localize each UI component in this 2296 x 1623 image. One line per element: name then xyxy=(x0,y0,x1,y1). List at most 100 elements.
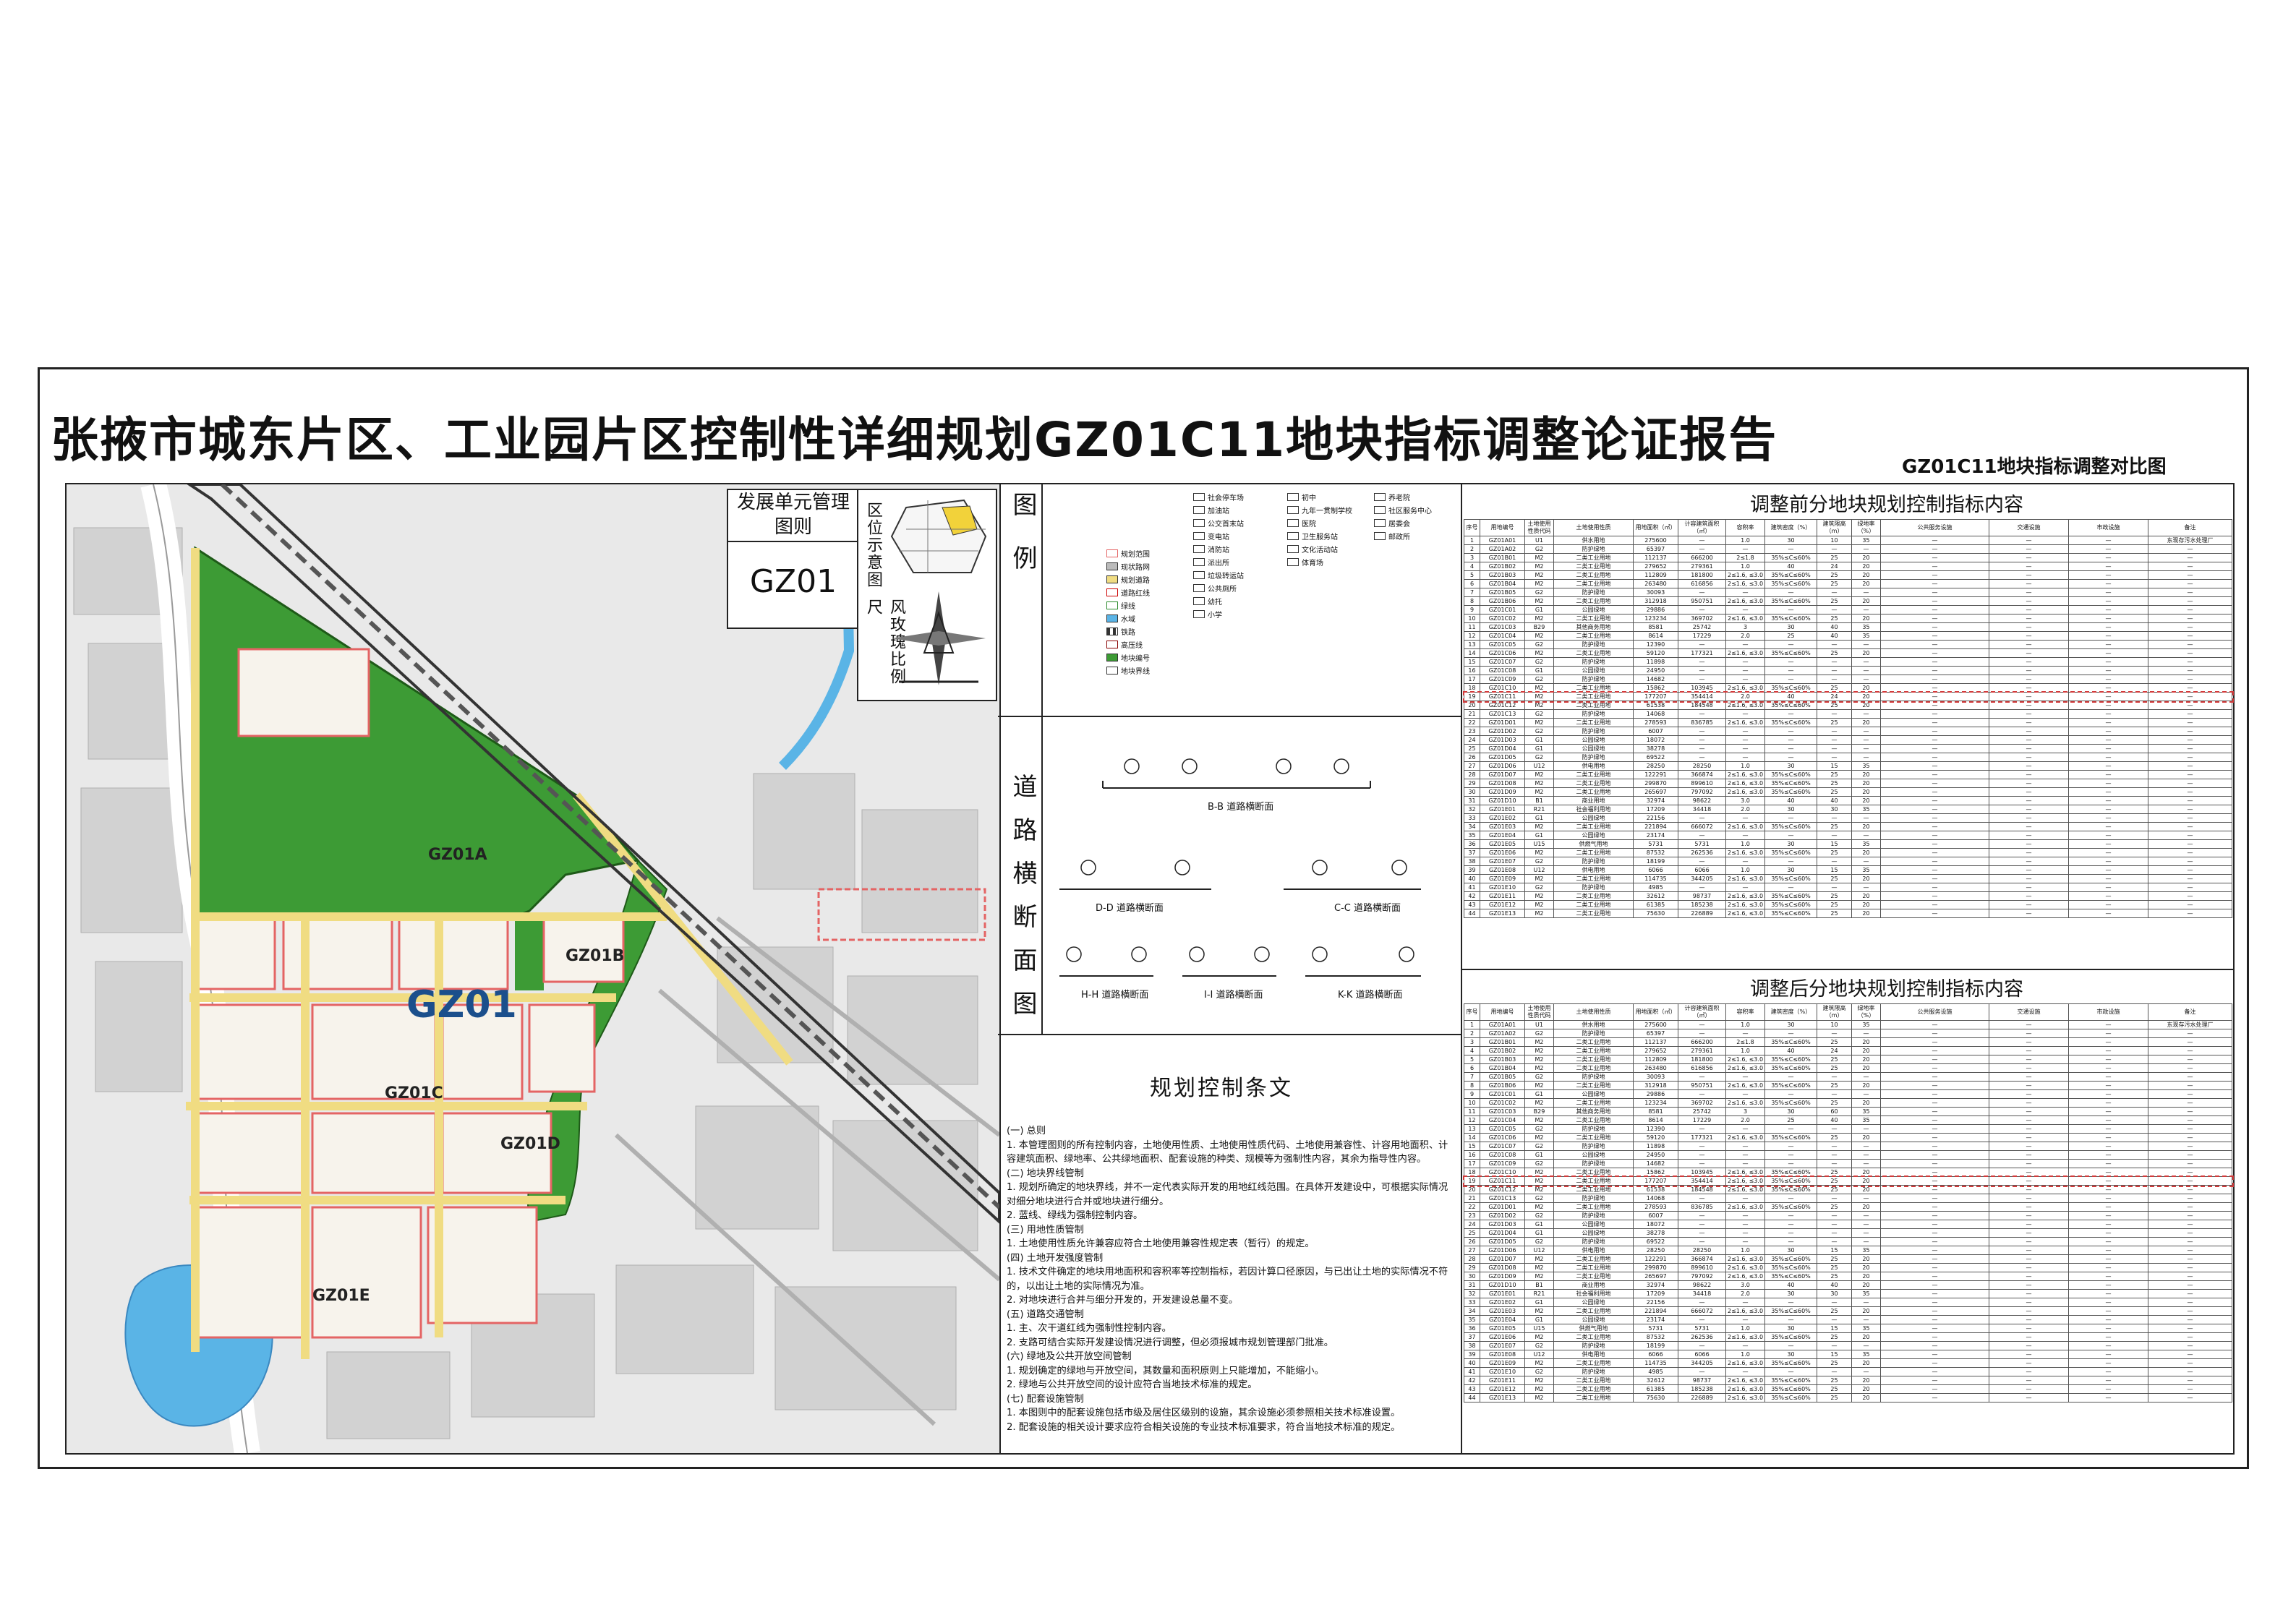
table-cell: — xyxy=(2068,544,2148,554)
table-row: 39 GZ01E08 U12 供电用地 6066 6066 1.0 30 15 35— — — — xyxy=(1464,865,2232,875)
table-cell: 28 xyxy=(1464,770,1480,779)
table-cell: — xyxy=(1880,536,1989,545)
table-cell: — xyxy=(1764,1228,1817,1238)
legend-item: 现状路网 xyxy=(1106,561,1150,572)
table-cell: 5731 xyxy=(1633,1324,1678,1333)
table-cell: 35%≤C≤60% xyxy=(1764,1384,1817,1394)
table-cell: 2≤1.6, ≤3.0 xyxy=(1725,822,1765,831)
table-cell: — xyxy=(2068,805,2148,814)
rule-line: (六) 绿地及公共开放空间管制 xyxy=(1007,1351,1132,1362)
table-cell: M2 xyxy=(1524,1332,1554,1342)
table-cell: 公园绿地 xyxy=(1553,744,1634,753)
table-cell: — xyxy=(1764,813,1817,823)
table-cell: 二类工业用地 xyxy=(1553,1254,1634,1264)
table-cell: 二类工业用地 xyxy=(1553,1046,1634,1055)
table-cell: 38278 xyxy=(1633,744,1678,753)
table-cell: — xyxy=(1725,753,1765,762)
table-header-cell: 土地使用性质代码 xyxy=(1524,519,1554,536)
table-cell: 21 xyxy=(1464,1194,1480,1203)
table-row: 25 GZ01D04 G1 公园绿地 38278— — — — — — — — — xyxy=(1464,1228,2232,1238)
table-cell: 35%≤C≤60% xyxy=(1764,848,1817,857)
table-cell: 2≤1.6, ≤3.0 xyxy=(1725,1176,1765,1186)
table-cell: — xyxy=(1764,753,1817,762)
table-cell: 344205 xyxy=(1678,1358,1726,1368)
table-cell: GZ01A02 xyxy=(1480,544,1525,554)
table-cell: — xyxy=(1764,1142,1817,1151)
table-cell: 25 xyxy=(1817,648,1852,658)
table-cell: — xyxy=(2068,1168,2148,1177)
table-cell: — xyxy=(1880,1055,1989,1064)
table-cell: 36 xyxy=(1464,1324,1480,1333)
table-cell: 18072 xyxy=(1633,735,1678,745)
table-header-cell: 计容建筑面积（㎡） xyxy=(1678,519,1726,536)
table-cell: 18072 xyxy=(1633,1220,1678,1229)
table-cell: — xyxy=(1989,805,2069,814)
table-header-cell: 用地编号 xyxy=(1480,519,1525,536)
table-cell: R21 xyxy=(1524,1289,1554,1298)
table-cell: — xyxy=(2148,1220,2232,1229)
table-cell: 35%≤C≤60% xyxy=(1764,900,1817,909)
table-cell: 二类工业用地 xyxy=(1553,1272,1634,1281)
rule-line: (七) 配套设施管制 xyxy=(1007,1393,1084,1405)
table-cell: 34418 xyxy=(1678,805,1726,814)
table-cell: 2≤1.6, ≤3.0 xyxy=(1725,891,1765,901)
table-cell: G1 xyxy=(1524,1228,1554,1238)
table-cell: — xyxy=(1880,848,1989,857)
table-cell: — xyxy=(1880,1298,1989,1307)
table-cell: 30 xyxy=(1764,865,1817,875)
table-cell: — xyxy=(2068,622,2148,632)
table-cell: M2 xyxy=(1524,1202,1554,1212)
table-cell: U12 xyxy=(1524,761,1554,771)
table-cell: — xyxy=(1880,1272,1989,1281)
table-cell: — xyxy=(1678,675,1726,684)
table-cell: 279361 xyxy=(1678,1046,1726,1055)
table-cell: 19 xyxy=(1464,1176,1480,1186)
table-cell: — xyxy=(1880,588,1989,597)
table-cell: 40 xyxy=(1764,796,1817,805)
table-cell: — xyxy=(2148,1341,2232,1350)
table-cell: 34418 xyxy=(1678,1289,1726,1298)
table-cell: 40 xyxy=(1817,631,1852,641)
table-cell: M2 xyxy=(1524,1393,1554,1403)
rule-line: 1. 主、次干道红线为强制性控制内容。 xyxy=(1007,1323,1172,1334)
table-cell: — xyxy=(1880,1194,1989,1203)
table-cell: 35%≤C≤60% xyxy=(1764,1063,1817,1073)
section-label-kk: K-K 道路横断面 xyxy=(1338,990,1403,1001)
table-cell: GZ01C05 xyxy=(1480,640,1525,649)
table-cell: — xyxy=(1764,1029,1817,1038)
table-header-cell: 土地使用性质 xyxy=(1553,1003,1634,1021)
table-row: 3 GZ01B01 M2 二类工业用地 112137 666200 2≤1.8 35%≤C≤6… xyxy=(1464,1037,2232,1047)
table-cell: — xyxy=(1989,666,2069,675)
table-cell: M2 xyxy=(1524,1358,1554,1368)
table-cell: 35%≤C≤60% xyxy=(1764,770,1817,779)
table-header-cell: 土地使用性质 xyxy=(1553,519,1634,536)
table-cell: G2 xyxy=(1524,857,1554,866)
table-cell: 35%≤C≤60% xyxy=(1764,822,1817,831)
table-cell: — xyxy=(2068,588,2148,597)
table-cell: — xyxy=(1989,1228,2069,1238)
table-cell: 24950 xyxy=(1633,1150,1678,1160)
table-cell: — xyxy=(1678,1089,1726,1099)
table-cell: 40 xyxy=(1764,692,1817,701)
table-cell: 2≤1.6, ≤3.0 xyxy=(1725,1384,1765,1394)
table-cell: 4 xyxy=(1464,562,1480,571)
table-cell: — xyxy=(2148,1263,2232,1272)
table-cell: — xyxy=(2148,596,2232,606)
table-cell: — xyxy=(1725,640,1765,649)
table-cell: — xyxy=(2068,1176,2148,1186)
table-row: 5 GZ01B03 M2 二类工业用地 112809 181800 2≤1.6, ≤3.0 3… xyxy=(1464,1055,2232,1064)
table-row: 13 GZ01C05 G2 防护绿地 12390— — — — — — — — — xyxy=(1464,1124,2232,1134)
table-row: 38 GZ01E07 G2 防护绿地 18199— — — — — — — — — xyxy=(1464,1341,2232,1350)
legend-item: 卫生服务站 xyxy=(1287,531,1338,541)
table-cell: — xyxy=(2068,1350,2148,1359)
table-cell: 23174 xyxy=(1633,1315,1678,1324)
table-cell: — xyxy=(1989,579,2069,588)
table-cell: 35%≤C≤60% xyxy=(1764,874,1817,883)
table-cell: 2≤1.6, ≤3.0 xyxy=(1725,900,1765,909)
table-cell: GZ01A01 xyxy=(1480,1020,1525,1029)
table-cell: — xyxy=(1989,839,2069,849)
table-cell: — xyxy=(1989,1289,2069,1298)
legend-item: 初中 xyxy=(1287,492,1316,502)
table-cell: 279361 xyxy=(1678,562,1726,571)
table-cell: — xyxy=(1989,1332,2069,1342)
